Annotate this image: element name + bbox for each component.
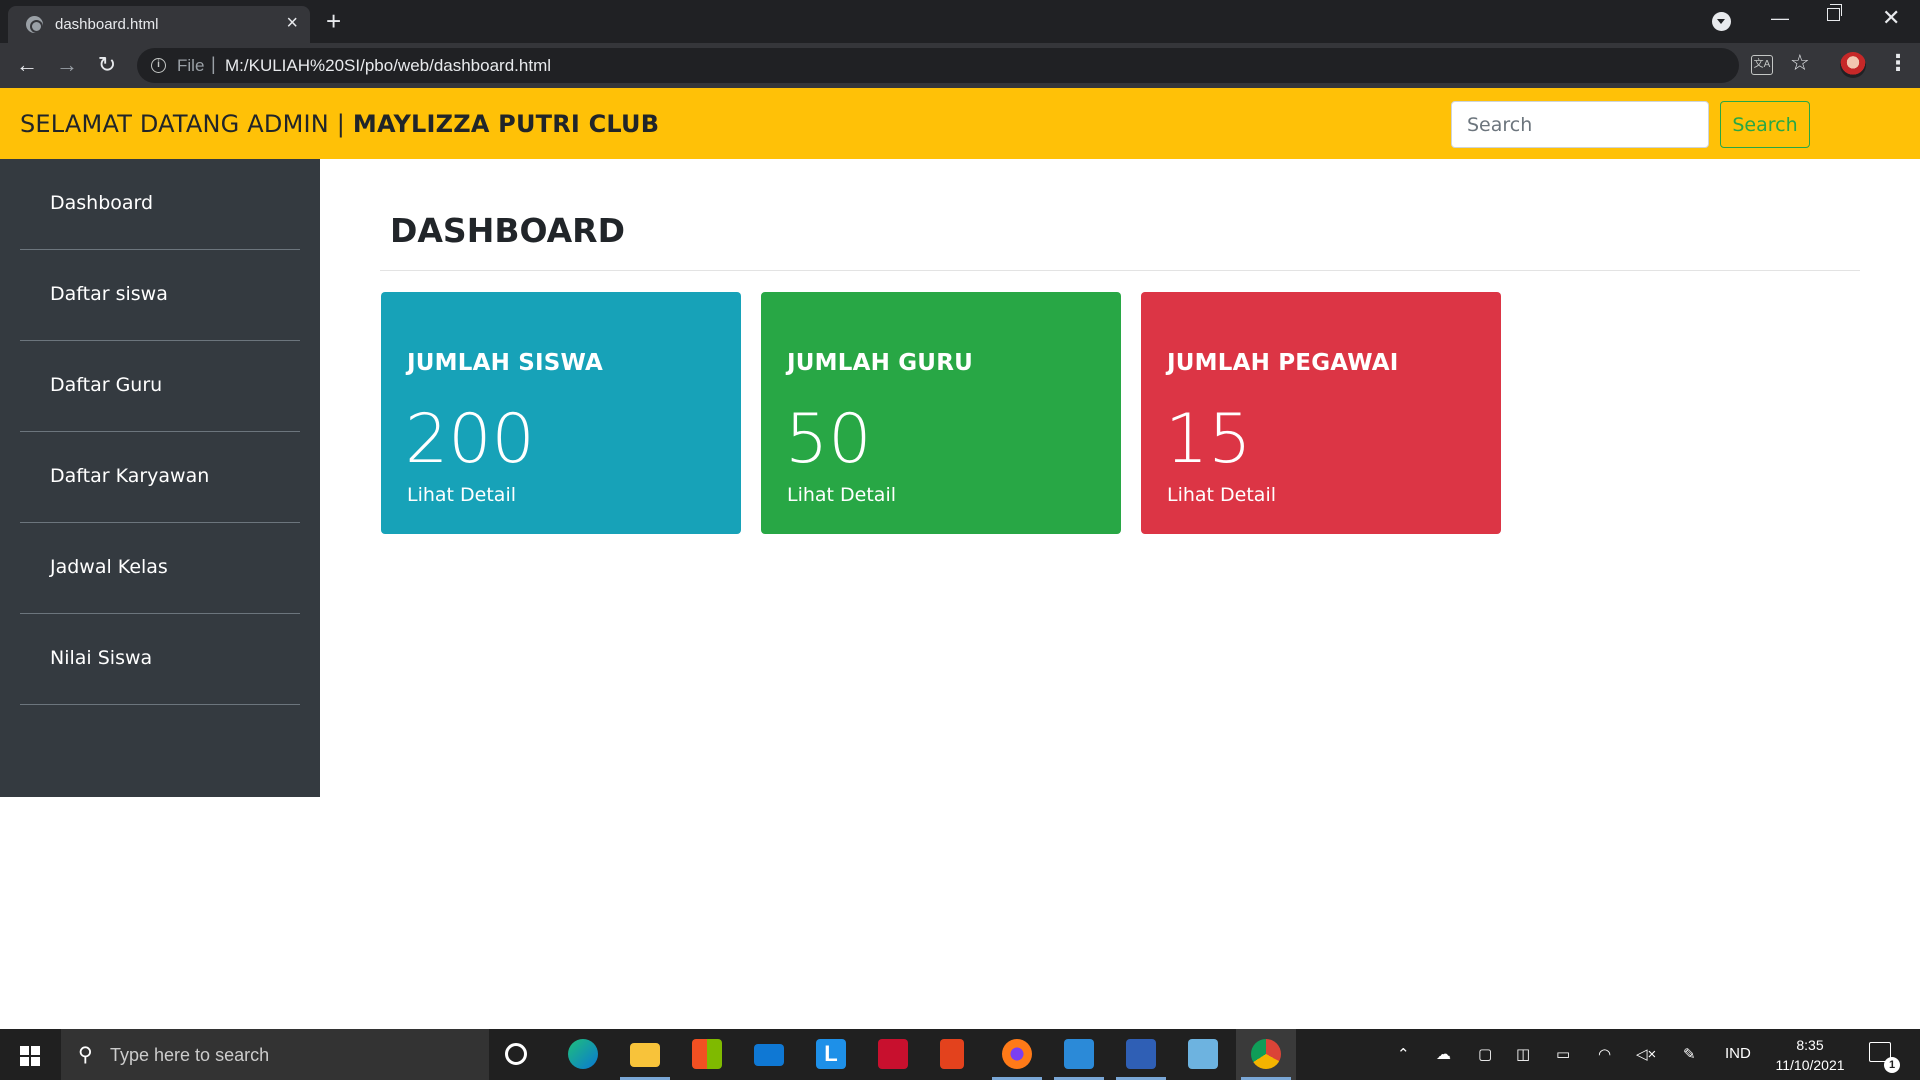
top-navbar: SELAMAT DATANG ADMIN | MAYLIZZA PUTRI CL…	[0, 88, 1920, 159]
sidebar-item-dashboard[interactable]: Dashboard	[20, 159, 300, 250]
card-detail-link[interactable]: Lihat Detail	[787, 484, 896, 506]
mail-icon[interactable]	[754, 1044, 784, 1066]
cortana-icon[interactable]	[505, 1043, 527, 1065]
sidebar-item-label: Daftar Karyawan	[50, 465, 210, 487]
url-separator: |	[211, 54, 216, 74]
chevron-up-icon[interactable]: ⌃	[1397, 1045, 1410, 1063]
clock-date: 11/10/2021	[1775, 1057, 1845, 1073]
speaker-muted-icon[interactable]: ◁×	[1636, 1045, 1656, 1063]
pen-icon[interactable]: ✎	[1683, 1045, 1696, 1063]
tab-search-icon[interactable]	[1712, 12, 1731, 31]
profile-avatar[interactable]	[1840, 52, 1866, 78]
address-bar[interactable]: i File | M:/KULIAH%20SI/pbo/web/dashboar…	[137, 48, 1739, 83]
notepad-icon[interactable]	[1188, 1039, 1218, 1069]
kebab-menu-icon[interactable]: ⋮	[1887, 50, 1909, 76]
sidebar-item-label: Daftar Guru	[50, 374, 163, 396]
vscode-icon[interactable]	[1064, 1039, 1094, 1069]
web-page: SELAMAT DATANG ADMIN | MAYLIZZA PUTRI CL…	[0, 88, 1920, 1029]
sidebar-item-jadwal-kelas[interactable]: Jadwal Kelas	[20, 523, 300, 614]
taskbar-search-placeholder: Type here to search	[110, 1045, 270, 1065]
browser-tab-bar: dashboard.html × + — ✕	[0, 0, 1920, 43]
forward-arrow-icon[interactable]: →	[53, 51, 81, 79]
browser-toolbar: ← → ↻ i File | M:/KULIAH%20SI/pbo/web/da…	[0, 43, 1920, 88]
office-icon[interactable]	[940, 1039, 964, 1069]
search-button[interactable]: Search	[1720, 101, 1810, 148]
card-jumlah-siswa: JUMLAH SISWA 200 Lihat Detail	[381, 292, 741, 534]
minimize-icon[interactable]: —	[1771, 6, 1789, 30]
sidebar-item-label: Nilai Siswa	[50, 647, 153, 669]
sidebar: Dashboard Daftar siswa Daftar Guru Dafta…	[0, 159, 320, 797]
info-icon[interactable]: i	[151, 58, 166, 73]
card-jumlah-guru: JUMLAH GURU 50 Lihat Detail	[761, 292, 1121, 534]
powershell-icon[interactable]	[1126, 1039, 1156, 1069]
navbar-brand[interactable]: SELAMAT DATANG ADMIN | MAYLIZZA PUTRI CL…	[20, 110, 659, 138]
l-app-icon[interactable]: L	[816, 1039, 846, 1069]
brand-greeting: SELAMAT DATANG ADMIN |	[20, 110, 353, 138]
restore-icon[interactable]	[1827, 4, 1842, 21]
page-title: DASHBOARD	[390, 211, 625, 250]
sidebar-item-daftar-siswa[interactable]: Daftar siswa	[20, 250, 300, 341]
title-divider	[380, 270, 1860, 271]
file-explorer-icon[interactable]	[630, 1043, 660, 1067]
card-label: JUMLAH PEGAWAI	[1167, 350, 1399, 376]
sidebar-item-label: Jadwal Kelas	[50, 556, 168, 578]
file-scheme-label: File	[177, 56, 205, 75]
sidebar-item-daftar-guru[interactable]: Daftar Guru	[20, 341, 300, 432]
chrome-icon[interactable]	[1251, 1039, 1281, 1069]
globe-icon	[26, 16, 43, 33]
close-tab-icon[interactable]: ×	[286, 13, 298, 33]
clock-time: 8:35	[1796, 1037, 1824, 1053]
store-icon[interactable]	[692, 1039, 722, 1069]
card-label: JUMLAH GURU	[787, 350, 973, 376]
mcafee-icon[interactable]	[878, 1039, 908, 1069]
search-icon: ⚲	[78, 1044, 93, 1066]
edge-icon[interactable]	[568, 1039, 598, 1069]
battery-icon[interactable]: ▭	[1556, 1045, 1570, 1063]
card-detail-link[interactable]: Lihat Detail	[1167, 484, 1276, 506]
card-value: 50	[785, 400, 872, 479]
sidebar-item-label: Daftar siswa	[50, 283, 168, 305]
card-jumlah-pegawai: JUMLAH PEGAWAI 15 Lihat Detail	[1141, 292, 1501, 534]
card-label: JUMLAH SISWA	[407, 350, 604, 376]
sidebar-item-nilai-siswa[interactable]: Nilai Siswa	[20, 614, 300, 705]
taskbar-search-box[interactable]: ⚲ Type here to search	[61, 1029, 489, 1080]
brand-club-name: MAYLIZZA PUTRI CLUB	[352, 110, 660, 138]
bookmark-star-icon[interactable]: ☆	[1790, 50, 1810, 76]
firefox-icon[interactable]	[1002, 1039, 1032, 1069]
windows-taskbar: ⚲ Type here to search L ⌃ ☁ ▢ ◫ ▭ ◠ ◁× ✎…	[0, 1029, 1920, 1080]
meet-icon[interactable]: ▢	[1478, 1045, 1492, 1063]
browser-tab[interactable]: dashboard.html ×	[8, 6, 310, 43]
security-icon[interactable]: ◫	[1516, 1045, 1530, 1063]
notification-badge: 1	[1884, 1057, 1900, 1073]
window-close-icon[interactable]: ✕	[1882, 6, 1900, 30]
card-value: 15	[1165, 400, 1252, 479]
reload-icon[interactable]: ↻	[93, 51, 121, 79]
clock[interactable]: 8:35 11/10/2021	[1765, 1035, 1855, 1075]
back-arrow-icon[interactable]: ←	[13, 51, 41, 79]
windows-start-icon[interactable]	[20, 1046, 40, 1066]
onedrive-icon[interactable]: ☁	[1436, 1045, 1451, 1063]
card-detail-link[interactable]: Lihat Detail	[407, 484, 516, 506]
wifi-icon[interactable]: ◠	[1598, 1045, 1611, 1063]
card-value: 200	[405, 400, 535, 479]
language-indicator[interactable]: IND	[1725, 1045, 1751, 1062]
sidebar-item-label: Dashboard	[50, 192, 154, 214]
new-tab-button[interactable]: +	[326, 6, 341, 36]
sidebar-item-daftar-karyawan[interactable]: Daftar Karyawan	[20, 432, 300, 523]
translate-icon[interactable]: 文A	[1751, 55, 1773, 75]
search-input[interactable]	[1451, 101, 1709, 148]
url-text[interactable]: M:/KULIAH%20SI/pbo/web/dashboard.html	[225, 56, 551, 76]
tab-title: dashboard.html	[55, 16, 159, 33]
